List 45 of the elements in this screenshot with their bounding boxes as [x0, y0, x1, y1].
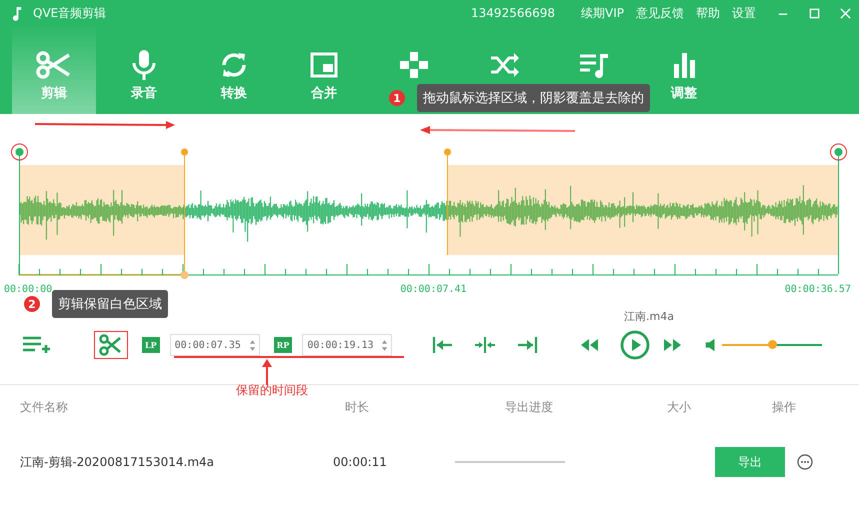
scissors-icon[interactable] — [94, 331, 128, 359]
account-number: 13492566698 — [471, 6, 556, 20]
tooltip: 拖动鼠标选择区域，阴影覆盖是去除的 — [417, 84, 650, 112]
tool-tab[interactable]: 转换 — [192, 26, 276, 114]
start-time-field[interactable]: 00:00:07.35 — [170, 334, 260, 356]
spinner-icon[interactable] — [248, 338, 256, 352]
end-time-field[interactable]: 00:00:19.13 — [302, 334, 392, 356]
music-note-icon — [12, 6, 23, 20]
window-title: QVE音频剪辑 — [33, 4, 106, 22]
rp-badge: RP — [274, 337, 292, 353]
export-button[interactable]: 导出 — [715, 447, 785, 477]
header-link[interactable]: 帮助 — [696, 4, 720, 22]
step-badge: 2 — [24, 296, 40, 312]
collapse-icon[interactable] — [474, 335, 496, 355]
jump-to-start-icon[interactable] — [432, 335, 454, 355]
close-icon[interactable] — [840, 8, 851, 18]
header-link[interactable]: 设置 — [732, 4, 756, 22]
volume-slider-thumb[interactable] — [768, 340, 778, 349]
column-header: 文件名称 — [20, 398, 69, 416]
time-label: 00:00:00 — [4, 284, 52, 295]
file-name: 江南.m4a — [623, 309, 675, 324]
spinner-icon[interactable] — [381, 338, 388, 352]
duration-cell-text: 00:00:11 — [332, 455, 388, 469]
add-list-icon[interactable] — [22, 335, 50, 355]
column-header: 大小 — [666, 398, 692, 416]
tool-tab[interactable]: 录音 — [102, 26, 186, 114]
column-header: 时长 — [344, 398, 370, 416]
scissors-icon — [36, 50, 72, 80]
maximize-icon[interactable] — [809, 8, 820, 18]
lp-badge: LP — [142, 337, 160, 353]
column-header: 操作 — [771, 398, 797, 416]
time-label: 00:00:07.41 — [400, 284, 467, 295]
tool-tab[interactable]: 剪辑 — [12, 26, 96, 114]
up-arrow — [262, 359, 272, 385]
header-link[interactable]: 续期VIP — [581, 4, 624, 22]
jump-to-end-icon[interactable] — [516, 335, 538, 355]
file-name-cell-text: 江南-剪辑-20200817153014.m4a — [20, 454, 216, 470]
tooltip: 剪辑保留白色区域 — [52, 290, 168, 318]
column-header: 导出进度 — [504, 398, 554, 416]
more-icon[interactable] — [797, 454, 813, 470]
time-label: 00:00:36.57 — [784, 284, 851, 295]
annotation-note: 保留的时间段 — [236, 382, 308, 399]
play-icon[interactable] — [620, 330, 650, 360]
header-link[interactable]: 意见反馈 — [636, 4, 684, 22]
tool-tab[interactable]: 合并 — [282, 26, 366, 114]
